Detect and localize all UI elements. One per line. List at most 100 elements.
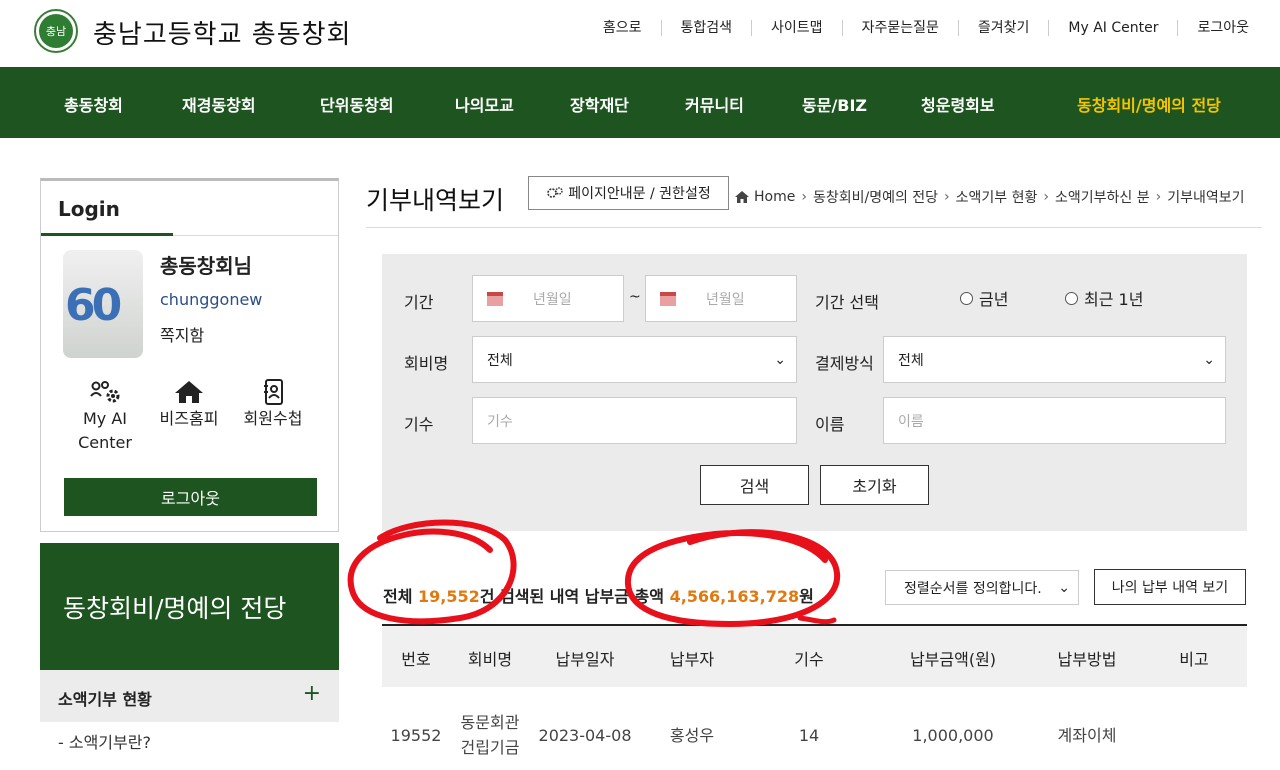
result-summary: 전체 19,552건 검색된 내역 납부금 총액 4,566,163,728원 [383, 583, 814, 607]
message-box-link[interactable]: 쪽지함 [160, 322, 204, 346]
contact-book-icon [264, 379, 283, 405]
range-separator: ~ [629, 289, 641, 305]
quick-link-ai-center[interactable]: My AI Center [69, 379, 141, 455]
quick-link-member-book[interactable]: 회원수첩 [238, 379, 308, 431]
radio-circle [960, 291, 973, 305]
breadcrumb: Home › 동창회비/명예의 전당 › 소액기부 현황 › 소액기부하신 분 … [734, 187, 1245, 207]
fee-label: 회비명 [404, 354, 449, 373]
nav-item-alumni[interactable]: 총동창회 [64, 92, 123, 116]
column-header-fee: 회비명 [467, 650, 513, 669]
plus-icon[interactable]: + [303, 681, 321, 706]
cell-amount: 1,000,000 [912, 726, 994, 745]
sidebar-subitem-about[interactable]: - 소액기부란? [58, 729, 151, 753]
home-icon [735, 191, 749, 203]
nav-item-community[interactable]: 커뮤니티 [685, 92, 744, 116]
quick-link-label: 비즈홈피 [159, 409, 219, 428]
util-link-logout[interactable]: 로그아웃 [1177, 20, 1268, 36]
nav-item-biz[interactable]: 동문/BIZ [802, 92, 867, 116]
quick-link-biz-home[interactable]: 비즈홈피 [154, 379, 224, 431]
summary-prefix: 전체 [383, 587, 419, 606]
date-to-placeholder: 년월일 [706, 291, 745, 308]
cell-date: 2023-04-08 [538, 726, 632, 745]
fee-select[interactable]: 전체 ⌄ [472, 336, 797, 383]
column-header-amount: 납부금액(원) [909, 650, 997, 669]
date-from-placeholder: 년월일 [533, 291, 572, 308]
logo-emblem: 충남 [39, 14, 73, 48]
chevron-right-icon: › [1043, 189, 1049, 205]
home-icon [175, 381, 203, 403]
column-header-class: 기수 [794, 650, 824, 669]
anniversary-60-logo: 60 [65, 280, 122, 331]
util-link-favorites[interactable]: 즐겨찾기 [957, 20, 1049, 36]
amount-suffix: 원 [799, 587, 814, 606]
util-link-search[interactable]: 통합검색 [660, 20, 752, 36]
column-header-method: 납부방법 [1057, 650, 1117, 669]
fee-select-value: 전체 [487, 352, 513, 369]
top-header: 충남 충남고등학교 총동창회 홈으로 통합검색 사이트맵 자주묻는질문 즐겨찾기… [0, 0, 1280, 67]
column-header-date: 납부일자 [555, 650, 615, 669]
util-link-faq[interactable]: 자주묻는질문 [841, 20, 958, 36]
date-from-input[interactable]: 년월일 [472, 275, 624, 322]
cell-payer: 홍성우 [669, 726, 715, 745]
page-guide-label: 페이지안내문 / 권한설정 [568, 186, 711, 202]
radio-label: 최근 1년 [1084, 290, 1144, 309]
nav-item-scholarship[interactable]: 장학재단 [570, 92, 629, 116]
breadcrumb-item[interactable]: 소액기부 현황 [956, 187, 1038, 207]
user-id[interactable]: chunggonew [160, 290, 262, 309]
reset-button[interactable]: 초기화 [820, 465, 929, 505]
ai-gear-icon [90, 381, 120, 403]
chevron-down-icon: ⌄ [1203, 351, 1215, 368]
util-link-home[interactable]: 홈으로 [584, 20, 661, 36]
site-title[interactable]: 충남고등학교 총동창회 [93, 14, 351, 51]
column-header-note: 비고 [1179, 650, 1209, 669]
util-link-ai-center[interactable]: My AI Center [1048, 20, 1177, 36]
name-input[interactable]: 이름 [883, 397, 1226, 444]
radio-label: 금년 [979, 290, 1009, 309]
cell-no: 19552 [390, 726, 442, 745]
column-header-payer: 납부자 [669, 650, 715, 669]
sort-select-value: 정렬순서를 정의합니다. [904, 580, 1042, 597]
total-amount: 4,566,163,728 [669, 587, 800, 606]
sidebar-item-label: 소액기부 현황 [58, 690, 152, 709]
nav-item-my-school[interactable]: 나의모교 [455, 92, 514, 116]
payment-select[interactable]: 전체 ⌄ [883, 336, 1226, 383]
sort-select[interactable]: 정렬순서를 정의합니다. ⌄ [885, 570, 1079, 605]
total-count: 19,552 [418, 587, 480, 606]
breadcrumb-item[interactable]: 소액기부하신 분 [1055, 187, 1150, 207]
radio-circle [1065, 291, 1078, 305]
logout-button[interactable]: 로그아웃 [64, 478, 317, 516]
utility-nav: 홈으로 통합검색 사이트맵 자주묻는질문 즐겨찾기 My AI Center 로… [584, 20, 1268, 36]
nav-item-unit-alumni[interactable]: 단위동창회 [320, 92, 394, 116]
radio-this-year[interactable]: 금년 [960, 286, 1008, 310]
chevron-down-icon: ⌄ [774, 351, 786, 368]
school-logo[interactable]: 충남 [34, 9, 78, 53]
page-guide-button[interactable]: 페이지안내문 / 권한설정 [528, 176, 729, 210]
radio-last-year[interactable]: 최근 1년 [1065, 286, 1143, 310]
my-payments-button[interactable]: 나의 납부 내역 보기 [1094, 569, 1246, 605]
column-header-no: 번호 [401, 650, 431, 669]
nav-item-fees-hall[interactable]: 동창회비/명예의 전당 [1077, 92, 1221, 116]
page-title: 기부내역보기 [366, 186, 505, 215]
avatar[interactable]: 60 [63, 250, 143, 358]
divider [366, 227, 1262, 228]
red-circle-annotation-amount [624, 529, 840, 628]
calendar-icon [660, 291, 676, 306]
date-to-input[interactable]: 년월일 [645, 275, 797, 322]
chevron-right-icon: › [944, 189, 950, 205]
period-select-label: 기간 선택 [815, 293, 879, 312]
table-header: 번호 회비명 납부일자 납부자 기수 납부금액(원) 납부방법 비고 [382, 626, 1247, 687]
breadcrumb-item[interactable]: 동창회비/명예의 전당 [813, 187, 938, 207]
search-button[interactable]: 검색 [700, 465, 809, 505]
cell-fee-line1: 동문회관 [460, 713, 520, 732]
name-label: 이름 [815, 415, 845, 434]
util-link-sitemap[interactable]: 사이트맵 [751, 20, 842, 36]
payment-label: 결제방식 [815, 354, 874, 373]
sidebar-item-small-donation[interactable]: 소액기부 현황 + [40, 670, 339, 722]
class-label: 기수 [404, 415, 434, 434]
nav-item-newsletter[interactable]: 청운령회보 [921, 92, 995, 116]
nav-item-seoul-alumni[interactable]: 재경동창회 [182, 92, 256, 116]
cell-method: 계좌이체 [1057, 726, 1117, 745]
class-input[interactable]: 기수 [472, 397, 797, 444]
breadcrumb-home[interactable]: Home [754, 189, 795, 205]
breadcrumb-current: 기부내역보기 [1167, 190, 1245, 206]
